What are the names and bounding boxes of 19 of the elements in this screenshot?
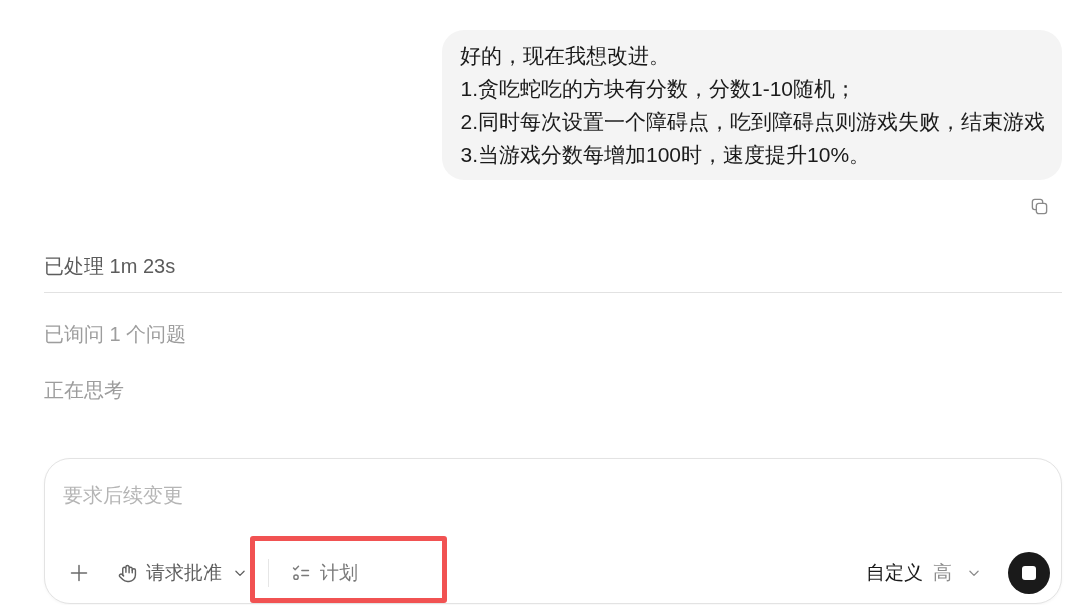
copy-icon <box>1029 196 1049 216</box>
message-line: 1.贪吃蛇吃的方块有分数，分数1-10随机； <box>460 76 858 102</box>
stop-icon <box>1022 566 1036 580</box>
plus-icon <box>69 563 89 583</box>
checklist-icon <box>291 563 311 583</box>
hand-icon <box>118 563 137 583</box>
model-dropdown[interactable]: 自定义 高 <box>866 558 981 588</box>
copy-button[interactable] <box>1029 196 1049 216</box>
approval-dropdown[interactable]: 请求批准 <box>118 558 247 588</box>
plan-button[interactable]: 计划 <box>291 558 358 588</box>
message-input[interactable]: 要求后续变更 <box>63 481 1023 509</box>
step-text: 正在思考 <box>44 378 124 403</box>
add-button[interactable] <box>68 562 90 584</box>
message-line: 3.当游戏分数每增加100时，速度提升10%。 <box>460 142 872 168</box>
message-line: 2.同时每次设置一个障碍点，吃到障碍点则游戏失败，结束游戏 <box>460 109 1045 135</box>
duration-label: 已处理 1m 23s <box>44 254 176 279</box>
stop-button[interactable] <box>1008 552 1050 594</box>
step-text: 已询问 1 个问题 <box>44 322 187 347</box>
message-line: 好的，现在我想改进。 <box>460 43 672 69</box>
